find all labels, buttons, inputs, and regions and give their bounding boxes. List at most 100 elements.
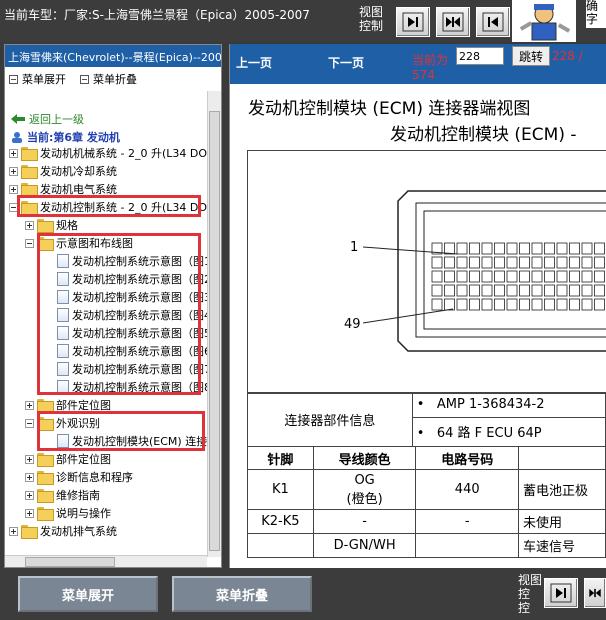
document-icon bbox=[57, 290, 69, 304]
mechanic-mascot-icon bbox=[512, 0, 576, 42]
view-next-button[interactable] bbox=[396, 7, 430, 37]
tree-node-diagnostics[interactable]: 诊断信息和程序 bbox=[25, 469, 133, 485]
connector-info-table: 连接器部件信息 • AMP 1-368434-2 • 64 路 F ECU 64… bbox=[247, 392, 606, 448]
expand-toggle-icon[interactable] bbox=[9, 184, 18, 194]
collapse-toggle-icon[interactable] bbox=[25, 238, 34, 248]
tree-leaf-schematic-2[interactable]: 发动机控制系统示意图（图2/8） bbox=[45, 271, 221, 287]
collapse-icon bbox=[80, 74, 89, 84]
scroll-thumb[interactable] bbox=[25, 557, 115, 567]
tree-leaf-schematic-6[interactable]: 发动机控制系统示意图（图6/8） bbox=[45, 343, 221, 359]
tree-horizontal-scrollbar[interactable] bbox=[5, 555, 207, 567]
tree-node-engine-exhaust[interactable]: 发动机排气系统 bbox=[9, 523, 117, 539]
folder-icon bbox=[21, 183, 38, 197]
tree-node-engine-cooling[interactable]: 发动机冷却系统 bbox=[9, 163, 117, 179]
expand-toggle-icon[interactable] bbox=[25, 472, 34, 482]
tree-node-repair-guide[interactable]: 维修指南 bbox=[25, 487, 100, 503]
arrow-left-bar-icon bbox=[482, 12, 504, 32]
connector-pin-cell bbox=[469, 242, 480, 255]
back-up-link[interactable]: 返回上一级 bbox=[11, 111, 84, 127]
collapse-toggle-icon[interactable] bbox=[25, 418, 34, 428]
tree-node-component-locations[interactable]: 部件定位图 bbox=[25, 397, 111, 413]
menu-collapse-link[interactable]: 菜单折叠 bbox=[80, 71, 137, 87]
view-control-label: 视图 控制 bbox=[359, 5, 384, 33]
page-total-count: 574 bbox=[412, 68, 435, 82]
expand-toggle-icon[interactable] bbox=[25, 508, 34, 518]
connector-pin-cell bbox=[494, 242, 505, 255]
view-fit-button[interactable] bbox=[584, 578, 606, 608]
connector-pin-cell bbox=[544, 270, 555, 283]
tree-node-description[interactable]: 说明与操作 bbox=[25, 505, 111, 521]
column-header-pin: 针脚 bbox=[247, 446, 314, 470]
connector-pin-cell bbox=[569, 242, 580, 255]
tree-node-component-locations-2[interactable]: 部件定位图 bbox=[25, 451, 111, 467]
expand-toggle-icon[interactable] bbox=[25, 400, 34, 410]
expand-toggle-icon[interactable] bbox=[25, 490, 34, 500]
page-number-input[interactable] bbox=[456, 47, 504, 65]
tree-leaf-schematic-1[interactable]: 发动机控制系统示意图（图1/8） bbox=[45, 253, 221, 269]
document-icon bbox=[57, 434, 69, 448]
connector-pin-cell bbox=[456, 284, 468, 297]
connector-info-item: • AMP 1-368434-2 bbox=[411, 392, 606, 418]
connector-pin-cell bbox=[581, 256, 593, 269]
tree-leaf-schematic-4[interactable]: 发动机控制系统示意图（图4/8） bbox=[45, 307, 221, 323]
connector-pin-cell bbox=[431, 256, 443, 269]
view-next-button[interactable] bbox=[544, 578, 578, 608]
connector-pin-cell bbox=[594, 298, 605, 311]
connector-pin-cell bbox=[494, 256, 505, 269]
view-prev-button[interactable] bbox=[476, 7, 510, 37]
connector-pin-cell bbox=[531, 298, 543, 311]
connector-pin-cell bbox=[519, 242, 530, 255]
column-header-wire-color: 导线颜色 bbox=[312, 446, 417, 470]
expand-toggle-icon[interactable] bbox=[9, 148, 18, 158]
tree-node-specs[interactable]: 规格 bbox=[25, 217, 78, 233]
menu-collapse-button[interactable]: 菜单折叠 bbox=[172, 576, 312, 612]
jump-button[interactable]: 跳转 bbox=[512, 46, 550, 66]
folder-icon bbox=[37, 489, 54, 503]
connector-diagram: 1 49 bbox=[247, 150, 606, 394]
tree-leaf-schematic-3[interactable]: 发动机控制系统示意图（图3/8） bbox=[45, 289, 221, 305]
folder-icon bbox=[21, 165, 38, 179]
connector-pin-cell bbox=[544, 284, 555, 297]
folder-open-icon bbox=[37, 237, 54, 251]
tree-leaf-ecm-connector[interactable]: 发动机控制模块(ECM) 连接器端视图 bbox=[45, 433, 221, 449]
collapse-toggle-icon[interactable] bbox=[9, 202, 18, 212]
expand-toggle-icon[interactable] bbox=[25, 454, 34, 464]
menu-expand-button[interactable]: 菜单展开 bbox=[18, 576, 158, 612]
scroll-thumb[interactable] bbox=[209, 111, 220, 551]
pin-1-label: 1 bbox=[350, 240, 358, 255]
tree-node-engine-control[interactable]: 发动机控制系统 - 2_0 升(L34 DOHC) bbox=[9, 199, 221, 215]
connector-pin-cell bbox=[519, 284, 530, 297]
pin-assignment-table: 针脚 导线颜色 电路号码 K1 OG (橙色) 440 蓄电池正极 K2-K5 -… bbox=[247, 446, 606, 558]
view-fit-button[interactable] bbox=[436, 7, 470, 37]
connector-info-item: • 64 路 F ECU 64P bbox=[411, 416, 606, 448]
bottom-bar: 菜单展开 菜单折叠 视图 控 控 bbox=[0, 568, 606, 620]
tree-vertical-scrollbar[interactable] bbox=[207, 91, 221, 557]
connector-pin-cell bbox=[456, 256, 468, 269]
page-navigation-bar: 上一页 下一页 当前为 跳转 228 / 574 bbox=[230, 44, 606, 84]
prev-page-link[interactable]: 上一页 bbox=[236, 54, 272, 71]
connector-pin-cell bbox=[506, 242, 518, 255]
connector-pin-cell bbox=[506, 270, 518, 283]
connector-pin-cell bbox=[556, 242, 568, 255]
tree-leaf-schematic-5[interactable]: 发动机控制系统示意图（图5/8） bbox=[45, 325, 221, 341]
connector-pin-cell bbox=[494, 298, 505, 311]
user-icon bbox=[12, 132, 22, 143]
document-icon bbox=[57, 326, 69, 340]
tree-leaf-schematic-7[interactable]: 发动机控制系统示意图（图7/8） bbox=[45, 361, 221, 377]
column-header-function bbox=[517, 446, 606, 470]
arrow-right-bar-icon bbox=[550, 583, 572, 603]
expand-toggle-icon[interactable] bbox=[25, 220, 34, 230]
tree-node-schematics[interactable]: 示意图和布线图 bbox=[25, 235, 133, 251]
tree-leaf-schematic-8[interactable]: 发动机控制系统示意图（图8/8） bbox=[45, 379, 221, 395]
connector-pin-cell bbox=[494, 284, 505, 297]
next-page-link[interactable]: 下一页 bbox=[328, 54, 364, 71]
connector-pin-cell bbox=[556, 284, 568, 297]
expand-toggle-icon[interactable] bbox=[9, 526, 18, 536]
tree-node-engine-mechanical[interactable]: 发动机机械系统 - 2_0 升(L34 DOHC) bbox=[9, 145, 221, 161]
tree-node-appearance[interactable]: 外观识别 bbox=[25, 415, 100, 431]
menu-expand-link[interactable]: 菜单展开 bbox=[9, 71, 66, 87]
tree-node-engine-electrical[interactable]: 发动机电气系统 bbox=[9, 181, 117, 197]
connector-pin-cell bbox=[556, 298, 568, 311]
table-row: K2-K5 - - 未使用 bbox=[247, 509, 606, 534]
expand-toggle-icon[interactable] bbox=[9, 166, 18, 176]
